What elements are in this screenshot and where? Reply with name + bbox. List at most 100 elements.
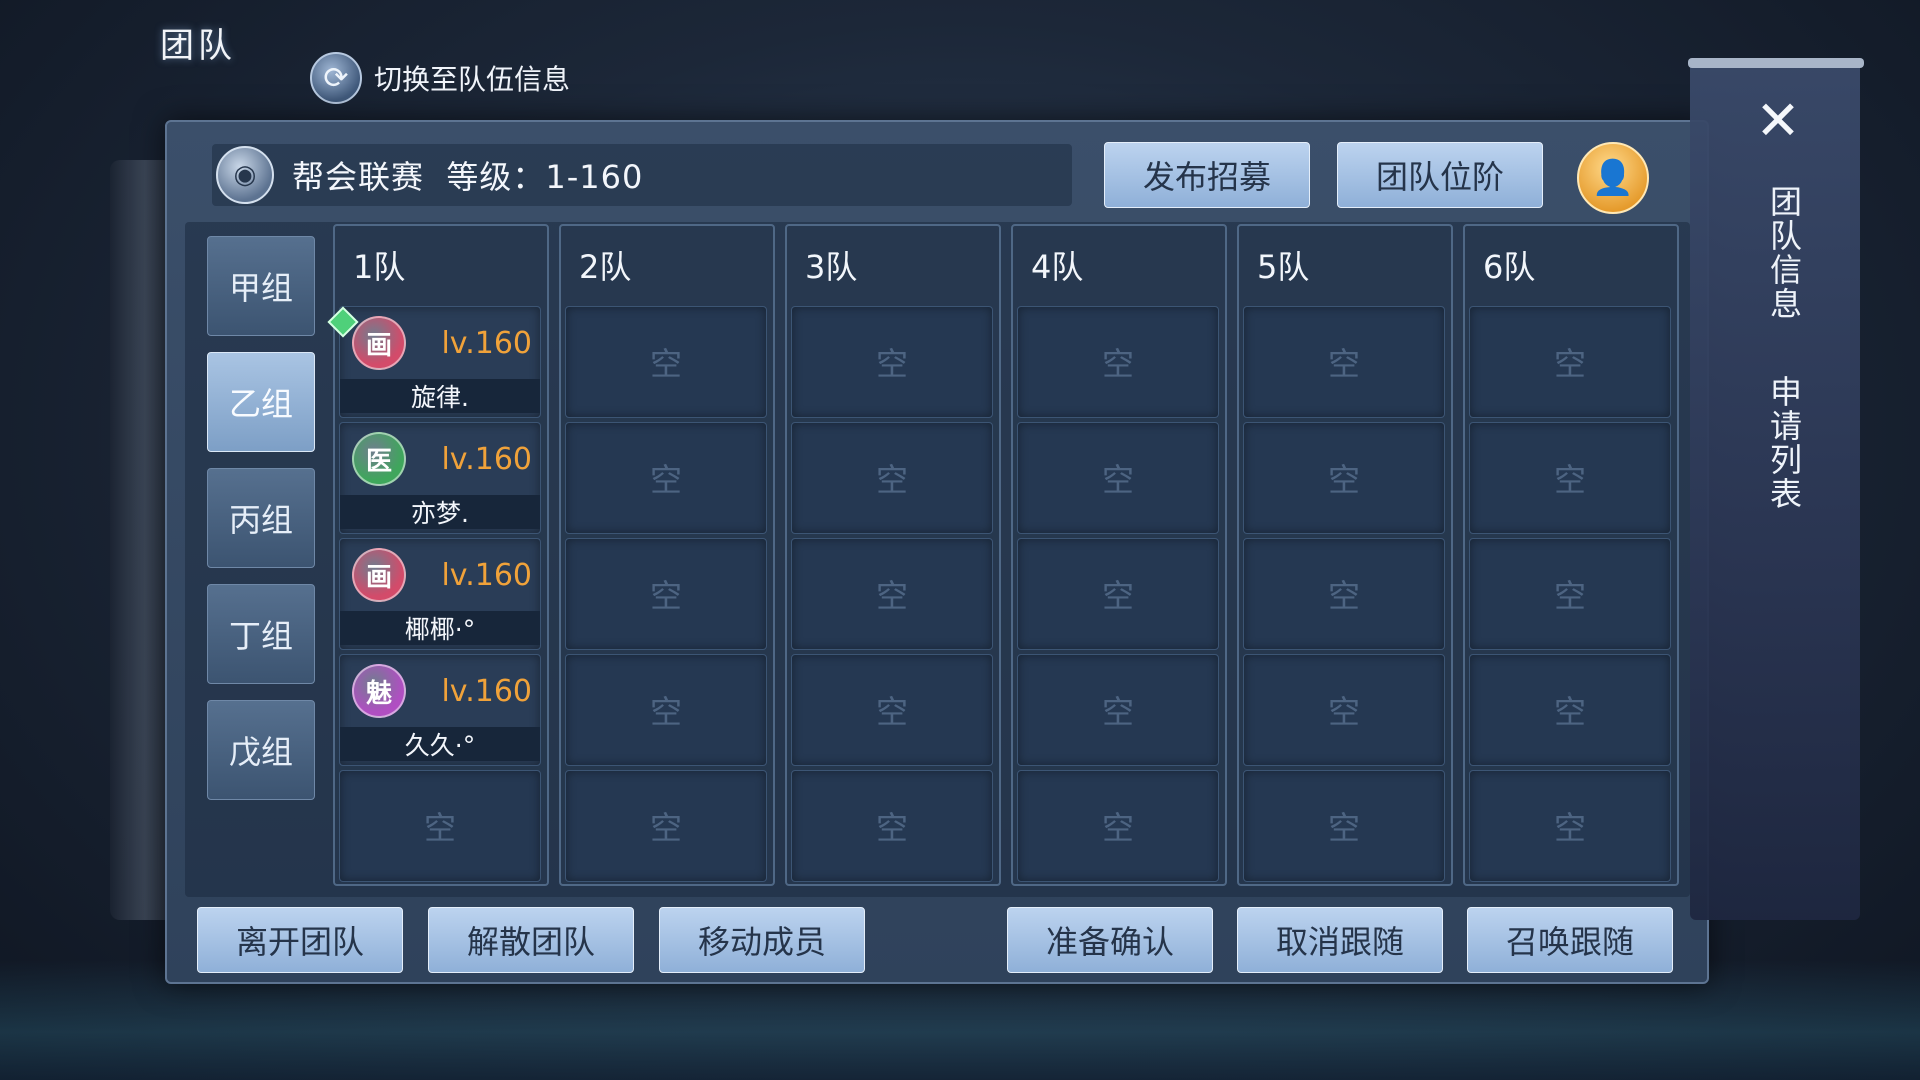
empty-label: 空 (1553, 461, 1586, 499)
group-tab-3[interactable]: 丙组 (207, 468, 315, 568)
side-tab-team-info[interactable]: 团队信息 (1754, 185, 1804, 321)
empty-slot[interactable]: 空 (565, 538, 767, 650)
group-tab-4[interactable]: 丁组 (207, 584, 315, 684)
empty-label: 空 (1327, 345, 1360, 383)
member-name: 椰椰·° (340, 611, 540, 645)
refresh-icon: ⟳ (310, 52, 362, 104)
member-level: lv.160 (441, 673, 532, 709)
empty-slot[interactable]: 空 (565, 654, 767, 766)
empty-label: 空 (1101, 345, 1134, 383)
empty-label: 空 (1553, 693, 1586, 731)
empty-slot[interactable]: 空 (1243, 654, 1445, 766)
class-icon: 魅 (352, 664, 406, 718)
empty-slot[interactable]: 空 (1017, 306, 1219, 418)
member-name: 亦梦. (340, 495, 540, 529)
empty-slot[interactable]: 空 (791, 654, 993, 766)
member-slot[interactable]: 医 lv.160 亦梦. (339, 422, 541, 534)
empty-slot[interactable]: 空 (1243, 306, 1445, 418)
empty-slot[interactable]: 空 (1243, 770, 1445, 882)
cancel-follow-button[interactable]: 取消跟随 (1237, 907, 1443, 973)
empty-slot[interactable]: 空 (1243, 422, 1445, 534)
ready-confirm-button[interactable]: 准备确认 (1007, 907, 1213, 973)
empty-label: 空 (649, 345, 682, 383)
empty-label: 空 (1327, 693, 1360, 731)
team-header: 2队 (579, 248, 632, 286)
empty-slot[interactable]: 空 (565, 770, 767, 882)
empty-slot[interactable]: 空 (1469, 538, 1671, 650)
member-info: 画 lv.160 (340, 539, 540, 611)
switch-label: 切换至队伍信息 (374, 63, 571, 96)
empty-slot[interactable]: 空 (1017, 770, 1219, 882)
move-member-button[interactable]: 移动成员 (659, 907, 865, 973)
member-info: 画 lv.160 (340, 307, 540, 379)
empty-label: 空 (1327, 577, 1360, 615)
team-header: 4队 (1031, 248, 1084, 286)
empty-slot[interactable]: 空 (565, 306, 767, 418)
team-column-2: 2队空空空空空 (559, 224, 775, 886)
member-name: 旋律. (340, 379, 540, 413)
empty-label: 空 (649, 693, 682, 731)
member-info: 医 lv.160 (340, 423, 540, 495)
empty-label: 空 (1553, 577, 1586, 615)
member-slot[interactable]: 画 lv.160 椰椰·° (339, 538, 541, 650)
team-header: 1队 (353, 248, 406, 286)
empty-label: 空 (649, 461, 682, 499)
empty-slot[interactable]: 空 (1469, 306, 1671, 418)
empty-slot[interactable]: 空 (339, 770, 541, 882)
member-slot[interactable]: 画 lv.160 旋律. (327, 306, 541, 418)
team-column-3: 3队空空空空空 (785, 224, 1001, 886)
member-slot[interactable]: 魅 lv.160 久久·° (339, 654, 541, 766)
empty-label: 空 (875, 693, 908, 731)
empty-slot[interactable]: 空 (1017, 654, 1219, 766)
team-panel: ◉ 帮会联赛 等级：1-160 发布招募 团队位阶 👤 甲组 乙组 丙组 丁组 … (165, 120, 1709, 984)
empty-label: 空 (875, 809, 908, 847)
class-icon: 医 (352, 432, 406, 486)
team-header: 3队 (805, 248, 858, 286)
team-column-5: 5队空空空空空 (1237, 224, 1453, 886)
member-level: lv.160 (441, 325, 532, 361)
empty-slot[interactable]: 空 (1469, 770, 1671, 882)
empty-label: 空 (1101, 809, 1134, 847)
switch-team-info-button[interactable]: ⟳ 切换至队伍信息 (310, 52, 570, 104)
event-info-bar: ◉ 帮会联赛 等级：1-160 (212, 144, 1072, 206)
team-header: 5队 (1257, 248, 1310, 286)
leave-team-button[interactable]: 离开团队 (197, 907, 403, 973)
empty-label: 空 (875, 345, 908, 383)
side-tab-apply-list[interactable]: 申请列表 (1754, 375, 1804, 511)
empty-slot[interactable]: 空 (791, 538, 993, 650)
team-rank-button[interactable]: 团队位阶 (1337, 142, 1543, 208)
empty-slot[interactable]: 空 (791, 422, 993, 534)
group-tab-1[interactable]: 甲组 (207, 236, 315, 336)
empty-label: 空 (423, 809, 456, 847)
publish-recruit-button[interactable]: 发布招募 (1104, 142, 1310, 208)
empty-slot[interactable]: 空 (791, 306, 993, 418)
empty-slot[interactable]: 空 (1017, 422, 1219, 534)
member-name: 久久·° (340, 727, 540, 761)
empty-slot[interactable]: 空 (565, 422, 767, 534)
empty-slot[interactable]: 空 (1469, 422, 1671, 534)
member-info: 魅 lv.160 (340, 655, 540, 727)
empty-label: 空 (1553, 345, 1586, 383)
empty-label: 空 (1101, 577, 1134, 615)
empty-slot[interactable]: 空 (1243, 538, 1445, 650)
empty-label: 空 (1101, 693, 1134, 731)
group-tab-2[interactable]: 乙组 (207, 352, 315, 452)
empty-label: 空 (1101, 461, 1134, 499)
team-column-1: 1队画 lv.160 旋律. 医 lv.160 亦梦. 画 lv.160 椰椰·° 魅 lv.160… (327, 224, 549, 886)
event-info-text: 帮会联赛 等级：1-160 (292, 158, 644, 196)
empty-label: 空 (649, 809, 682, 847)
group-tab-5[interactable]: 戊组 (207, 700, 315, 800)
disband-team-button[interactable]: 解散团队 (428, 907, 634, 973)
empty-slot[interactable]: 空 (1469, 654, 1671, 766)
close-icon[interactable]: ✕ (1748, 89, 1808, 152)
empty-label: 空 (649, 577, 682, 615)
empty-slot[interactable]: 空 (791, 770, 993, 882)
add-member-icon[interactable]: 👤 (1577, 142, 1649, 214)
empty-slot[interactable]: 空 (1017, 538, 1219, 650)
summon-follow-button[interactable]: 召唤跟随 (1467, 907, 1673, 973)
empty-label: 空 (1553, 809, 1586, 847)
team-column-4: 4队空空空空空 (1011, 224, 1227, 886)
empty-label: 空 (1327, 809, 1360, 847)
team-board: 甲组 乙组 丙组 丁组 戊组 1队画 lv.160 旋律. 医 lv.160 亦梦. 画 lv… (185, 222, 1690, 897)
team-header: 6队 (1483, 248, 1536, 286)
